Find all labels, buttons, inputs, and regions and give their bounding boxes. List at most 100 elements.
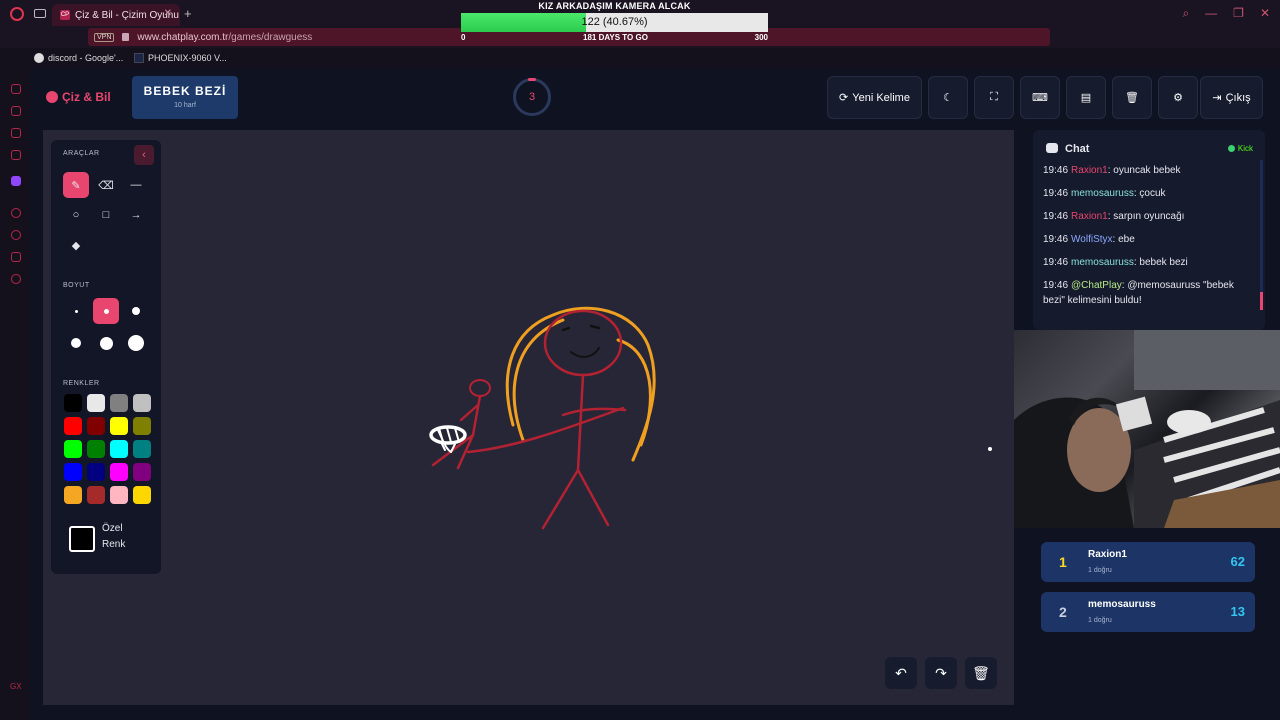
bookmark-discord[interactable]: discord - Google'... — [34, 53, 123, 63]
size-option-2[interactable] — [93, 298, 119, 324]
dark-mode-button[interactable]: ☾ — [928, 76, 968, 119]
message-text: : ebe — [1112, 234, 1135, 245]
color-swatch[interactable] — [87, 463, 105, 481]
color-swatch[interactable] — [133, 417, 151, 435]
search-icon[interactable]: ⌕ — [1182, 6, 1189, 21]
fill-tool[interactable]: ◆ — [63, 232, 89, 258]
arrow-tool[interactable]: → — [123, 202, 149, 228]
rectangle-tool[interactable]: □ — [93, 202, 119, 228]
color-swatch[interactable] — [133, 486, 151, 504]
sidebar-history-icon[interactable] — [11, 230, 21, 240]
exit-button[interactable]: ⇥ Çıkış — [1200, 76, 1263, 119]
color-swatch[interactable] — [110, 486, 128, 504]
new-tab-icon[interactable]: + — [184, 6, 192, 21]
sidebar-home-icon[interactable] — [11, 84, 21, 94]
collapse-panel-button[interactable]: ‹ — [134, 145, 154, 165]
chat-messages[interactable]: 19:46 Raxion1: oyuncak bebek 19:46 memosaur… — [1043, 163, 1255, 316]
color-swatch[interactable] — [64, 486, 82, 504]
size-option-5[interactable] — [93, 330, 119, 356]
exit-label: Çıkış — [1225, 91, 1251, 104]
archive-button[interactable]: ▤ — [1066, 76, 1106, 119]
webcam-feed — [1014, 330, 1280, 528]
color-swatch[interactable] — [110, 417, 128, 435]
color-swatch[interactable] — [110, 463, 128, 481]
undo-icon: ↶ — [895, 664, 907, 681]
custom-color-swatch[interactable] — [69, 526, 95, 552]
sidebar-twitch-icon[interactable] — [11, 176, 21, 186]
sidebar-extensions-icon[interactable] — [11, 252, 21, 262]
opera-logo-icon[interactable] — [10, 7, 24, 21]
player-rank: 1 — [1059, 554, 1067, 570]
message-user[interactable]: Raxion1 — [1071, 165, 1108, 176]
color-swatch[interactable] — [110, 394, 128, 412]
brush-tool[interactable]: ✎ — [63, 172, 89, 198]
size-option-6[interactable] — [123, 330, 149, 356]
size-dot-icon — [132, 307, 140, 315]
sidebar-bag-icon[interactable] — [11, 106, 21, 116]
player-score: 62 — [1230, 554, 1245, 569]
sign-out-icon: ⇥ — [1212, 92, 1222, 104]
size-option-4[interactable] — [63, 330, 89, 356]
size-option-1[interactable] — [63, 298, 89, 324]
message-user[interactable]: WolfiStyx — [1071, 234, 1113, 245]
color-swatch[interactable] — [87, 486, 105, 504]
stream-goal-overlay: KIZ ARKADAŞIM KAMERA ALCAK 122 (40.67%) … — [461, 0, 768, 45]
bookmark-phoenix[interactable]: PHOENIX-9060 V... — [134, 53, 227, 63]
message-user[interactable]: @ChatPlay — [1071, 280, 1122, 291]
color-swatch[interactable] — [87, 394, 105, 412]
color-swatch[interactable] — [110, 440, 128, 458]
fullscreen-button[interactable]: ⛶ — [974, 76, 1014, 119]
size-dot-icon — [103, 308, 109, 314]
lock-icon[interactable] — [122, 33, 130, 41]
sidebar-settings-icon[interactable] — [11, 274, 21, 284]
color-swatch[interactable] — [64, 417, 82, 435]
chat-message: 19:46 memosauruss: bebek bezi — [1043, 255, 1255, 270]
color-swatch[interactable] — [87, 417, 105, 435]
color-swatch[interactable] — [133, 394, 151, 412]
custom-color-label[interactable]: Özel Renk — [102, 521, 125, 553]
circle-tool[interactable]: ○ — [63, 202, 89, 228]
minimize-icon[interactable]: — — [1205, 6, 1217, 21]
color-swatch[interactable] — [64, 440, 82, 458]
settings-button[interactable]: ⚙ — [1158, 76, 1198, 119]
redo-button[interactable]: ↷ — [925, 657, 957, 689]
color-swatch[interactable] — [87, 440, 105, 458]
color-swatch[interactable] — [133, 440, 151, 458]
close-window-icon[interactable]: ✕ — [1260, 6, 1270, 21]
vpn-badge[interactable]: VPN — [94, 32, 115, 42]
keyboard-button[interactable]: ⌨ — [1020, 76, 1060, 119]
maximize-icon[interactable]: ❐ — [1233, 6, 1244, 21]
sidebar-messenger-icon[interactable] — [11, 128, 21, 138]
tab-overview-icon[interactable] — [34, 9, 46, 18]
player-name: Raxion1 — [1088, 549, 1127, 560]
clear-canvas-button[interactable]: 🗑 — [965, 657, 997, 689]
keyboard-icon: ⌨ — [1032, 92, 1048, 104]
browser-tab-active[interactable]: CP Çiz & Bil - Çizim Oyunu ✕ — [52, 4, 180, 26]
brush-icon: ✎ — [71, 179, 81, 192]
message-user[interactable]: memosauruss — [1071, 188, 1134, 199]
sidebar-player-icon[interactable] — [11, 208, 21, 218]
size-option-3[interactable] — [123, 298, 149, 324]
close-tab-icon[interactable]: ✕ — [164, 8, 172, 19]
chat-scrollbar[interactable] — [1260, 160, 1263, 308]
delete-button[interactable]: 🗑 — [1112, 76, 1152, 119]
line-icon: — — [130, 179, 142, 191]
sidebar-gx-icon[interactable]: GX — [10, 682, 22, 691]
brand[interactable]: Çiz & Bil — [46, 90, 111, 104]
line-tool[interactable]: — — [123, 172, 149, 198]
size-dot-icon — [74, 309, 78, 313]
undo-button[interactable]: ↶ — [885, 657, 917, 689]
color-swatch[interactable] — [64, 394, 82, 412]
browser-sidebar: GX — [0, 68, 30, 720]
color-swatch[interactable] — [133, 463, 151, 481]
chat-scroll-thumb[interactable] — [1260, 292, 1263, 310]
google-icon — [34, 53, 44, 63]
color-swatch[interactable] — [64, 463, 82, 481]
message-user[interactable]: Raxion1 — [1071, 211, 1108, 222]
eraser-tool[interactable]: ⌫ — [93, 172, 119, 198]
message-user[interactable]: memosauruss — [1071, 257, 1134, 268]
drawing-canvas[interactable]: ARAÇLAR ‹ ✎ ⌫ — ○ □ → ◆ BOYUT RENKLER Öz… — [43, 130, 1014, 705]
sidebar-mail-icon[interactable] — [11, 150, 21, 160]
new-word-button[interactable]: ⟳ Yeni Kelime — [827, 76, 922, 119]
colors-label: RENKLER — [63, 380, 100, 387]
